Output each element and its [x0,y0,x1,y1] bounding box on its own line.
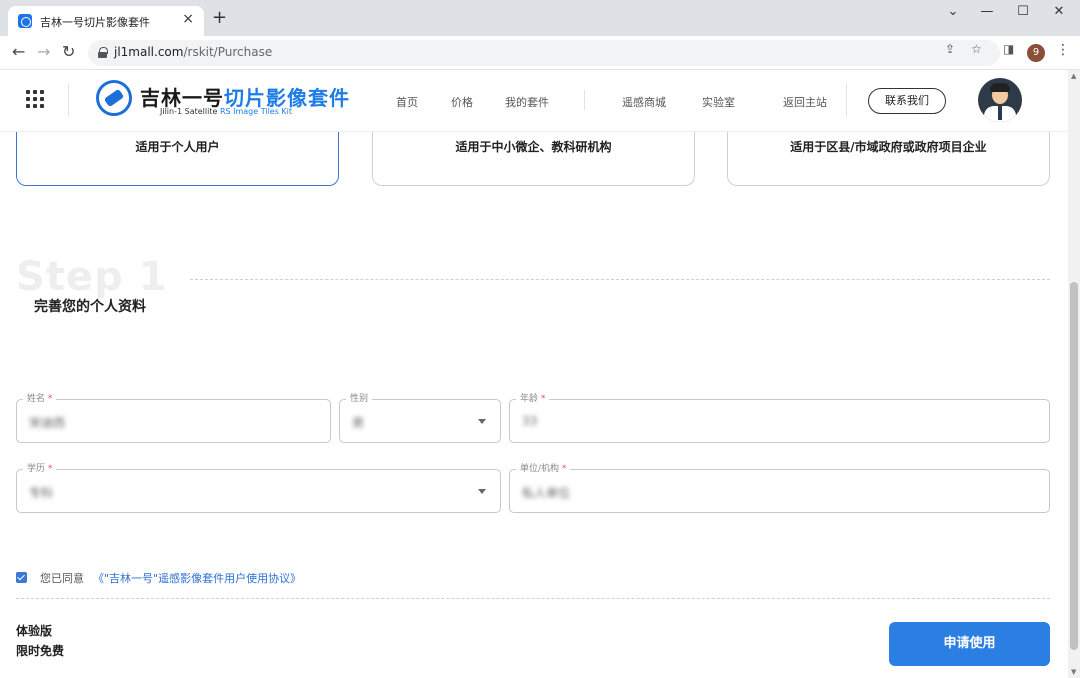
organization-field[interactable]: 单位/机构 * 私人单位 [509,463,1050,513]
agreement-checkbox[interactable] [16,572,27,583]
forward-arrow-icon[interactable]: → [37,42,50,61]
name-label: 姓名 * [23,393,57,405]
address-bar: ← → ↻ jl1mall.com/rskit/Purchase ⇪ ☆ ◨ 9… [0,36,1080,70]
tab-title: 吉林一号切片影像套件 [40,16,150,29]
bookmark-star-icon[interactable]: ☆ [971,42,982,56]
organization-label: 单位/机构 * [516,463,571,475]
gender-label: 性别 [346,393,373,405]
minimize-button[interactable]: — [972,4,1002,19]
nav-divider [584,90,585,110]
plan-card-label: 适用于区县/市域政府或政府项目企业 [790,140,987,154]
nav-my-kits[interactable]: 我的套件 [505,94,549,110]
profile-avatar[interactable]: 9 [1027,44,1045,62]
share-icon[interactable]: ⇪ [945,42,955,56]
contact-us-button[interactable]: 联系我们 [868,88,946,114]
age-field[interactable]: 年龄 * 33 [509,393,1050,443]
organization-value: 私人单位 [522,486,571,500]
site-header: 吉林一号切片影像套件 Jilin-1 Satellite RS Image Ti… [0,70,1068,132]
step-number-watermark: Step 1 [16,254,168,300]
nav-lab[interactable]: 实验室 [702,94,735,110]
tab-search-icon[interactable]: ⌄ [938,4,968,19]
gender-select[interactable]: 性别 男 [339,393,501,443]
age-value: 33 [522,414,538,428]
footer-divider [16,598,1050,599]
name-value: 宋迪西 [29,416,66,430]
nav-rs-mall[interactable]: 遥感商城 [622,94,666,110]
scroll-down-icon[interactable]: ▼ [1071,668,1076,676]
step-divider [190,279,1050,280]
education-value: 专科 [29,486,54,500]
url-text: jl1mall.com/rskit/Purchase [114,45,273,59]
agreement-text: 您已同意 [40,572,84,585]
menu-kebab-icon[interactable]: ⋮ [1056,42,1070,58]
user-avatar[interactable] [978,78,1022,122]
name-field[interactable]: 姓名 * 宋迪西 [16,393,331,443]
step-title: 完善您的个人资料 [34,299,146,315]
apps-grid-icon[interactable] [26,90,44,108]
agreement-link[interactable]: 《"吉林一号"遥感影像套件用户使用协议》 [93,570,301,586]
plan-card-label: 适用于中小微企、教科研机构 [455,140,612,154]
header-divider [68,84,69,116]
side-panel-icon[interactable]: ◨ [1003,42,1014,56]
reload-icon[interactable]: ↻ [62,42,75,61]
page-scrollbar[interactable]: ▲ ▼ [1068,70,1080,678]
maximize-button[interactable]: ☐ [1008,4,1038,19]
browser-tab[interactable]: 吉林一号切片影像套件 × [8,6,204,36]
chevron-down-icon[interactable] [478,419,486,424]
plan-card-enterprise[interactable]: 适用于中小微企、教科研机构 [372,132,695,186]
logo-subtitle: Jilin-1 Satellite RS Image Tiles Kit [160,107,293,116]
education-select[interactable]: 学历 * 专科 [16,463,501,513]
nav-price[interactable]: 价格 [451,94,473,110]
chevron-down-icon[interactable] [478,489,486,494]
plan-card-label: 适用于个人用户 [135,140,220,154]
browser-tab-bar: 吉林一号切片影像套件 × + ⌄ — ☐ ✕ [0,0,1080,36]
education-label: 学历 * [23,463,57,475]
site-favicon-icon [18,14,32,28]
lock-icon [98,47,108,58]
scroll-up-icon[interactable]: ▲ [1071,72,1076,80]
new-tab-button[interactable]: + [212,8,227,28]
close-window-button[interactable]: ✕ [1044,4,1074,19]
gender-value: 男 [352,416,365,430]
price-label: 限时免费 [16,644,65,658]
logo-satellite-icon[interactable] [96,80,132,116]
apply-button[interactable]: 申请使用 [889,622,1050,666]
back-arrow-icon[interactable]: ← [12,42,25,61]
plan-card-government[interactable]: 适用于区县/市域政府或政府项目企业 [727,132,1050,186]
tab-close-icon[interactable]: × [182,11,194,27]
nav-back-main[interactable]: 返回主站 [783,94,827,110]
plan-card-personal[interactable]: 适用于个人用户 [16,132,339,186]
nav-divider [846,84,847,116]
url-input[interactable]: jl1mall.com/rskit/Purchase [88,40,1000,66]
nav-home[interactable]: 首页 [396,94,418,110]
scroll-thumb[interactable] [1070,282,1078,650]
edition-label: 体验版 [16,624,53,638]
age-label: 年龄 * [516,393,550,405]
